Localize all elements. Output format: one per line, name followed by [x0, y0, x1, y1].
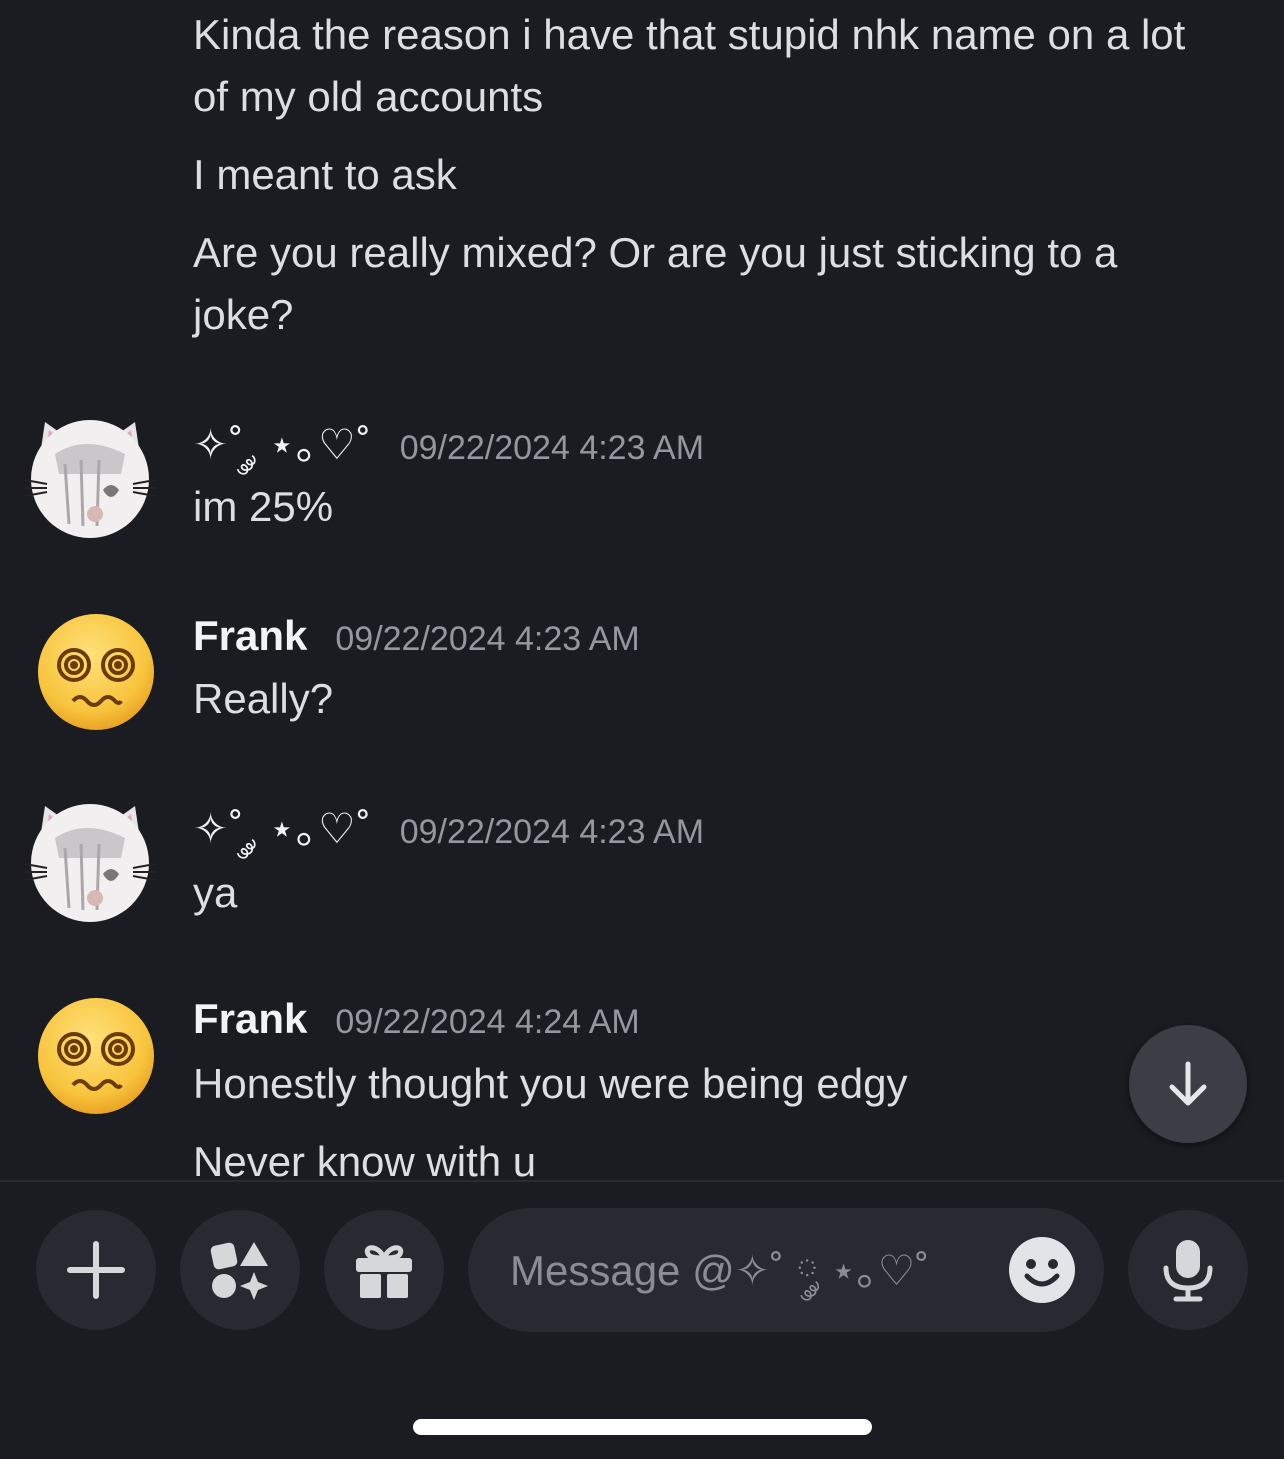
avatar-cat-user[interactable] [25, 420, 155, 538]
author-name[interactable]: ✧˚ ༘ ⋆｡♡˚ [193, 418, 372, 472]
avatar-frank[interactable] [37, 997, 155, 1115]
composer-divider [0, 1180, 1284, 1182]
message-text: Are you really mixed? Or are you just st… [193, 229, 1130, 338]
author-name[interactable]: ✧˚ ༘ ⋆｡♡˚ [193, 802, 372, 856]
author-name[interactable]: Frank [193, 609, 307, 663]
message-header: ✧˚ ༘ ⋆｡♡˚ 09/22/2024 4:23 AM [193, 418, 704, 475]
message-list[interactable]: Kinda the reason i have that stupid nhk … [0, 0, 1284, 1180]
plus-icon [67, 1241, 125, 1299]
avatar-cat-user[interactable] [25, 804, 155, 922]
emoji-smile-icon [1009, 1237, 1075, 1303]
message-text: im 25% [193, 483, 334, 530]
add-attachment-button[interactable] [36, 1210, 156, 1330]
apps-shapes-icon [210, 1242, 268, 1300]
microphone-icon [1163, 1240, 1213, 1302]
avatar-frank[interactable] [37, 613, 155, 731]
message-header: Frank 09/22/2024 4:24 AM [193, 992, 640, 1049]
apps-button[interactable] [180, 1210, 300, 1330]
message-timestamp: 09/22/2024 4:23 AM [335, 620, 640, 658]
message-text: I meant to ask [193, 151, 457, 198]
message-header: Frank 09/22/2024 4:23 AM [193, 609, 640, 666]
message-timestamp: 09/22/2024 4:23 AM [399, 429, 705, 467]
voice-message-button[interactable] [1128, 1210, 1248, 1330]
message-timestamp: 09/22/2024 4:23 AM [399, 813, 705, 851]
message-timestamp: 09/22/2024 4:24 AM [335, 1003, 640, 1041]
gift-icon [356, 1245, 412, 1298]
message-text: ya [193, 869, 238, 916]
emoji-button[interactable] [1008, 1236, 1076, 1304]
home-indicator[interactable] [413, 1419, 872, 1435]
message-text: Never know with u [193, 1138, 537, 1180]
arrow-down-icon [1169, 1061, 1207, 1106]
jump-to-present-button[interactable] [1129, 1025, 1247, 1143]
message-header: ✧˚ ༘ ⋆｡♡˚ 09/22/2024 4:23 AM [193, 802, 704, 859]
message-text: Kinda the reason i have that stupid nhk … [193, 11, 1198, 120]
message-composer [468, 1208, 1104, 1332]
gift-button[interactable] [324, 1210, 444, 1330]
message-input[interactable] [508, 1236, 982, 1306]
author-name[interactable]: Frank [193, 992, 307, 1046]
message-text: Honestly thought you were being edgy [193, 1060, 908, 1107]
message-text: Really? [193, 675, 334, 722]
